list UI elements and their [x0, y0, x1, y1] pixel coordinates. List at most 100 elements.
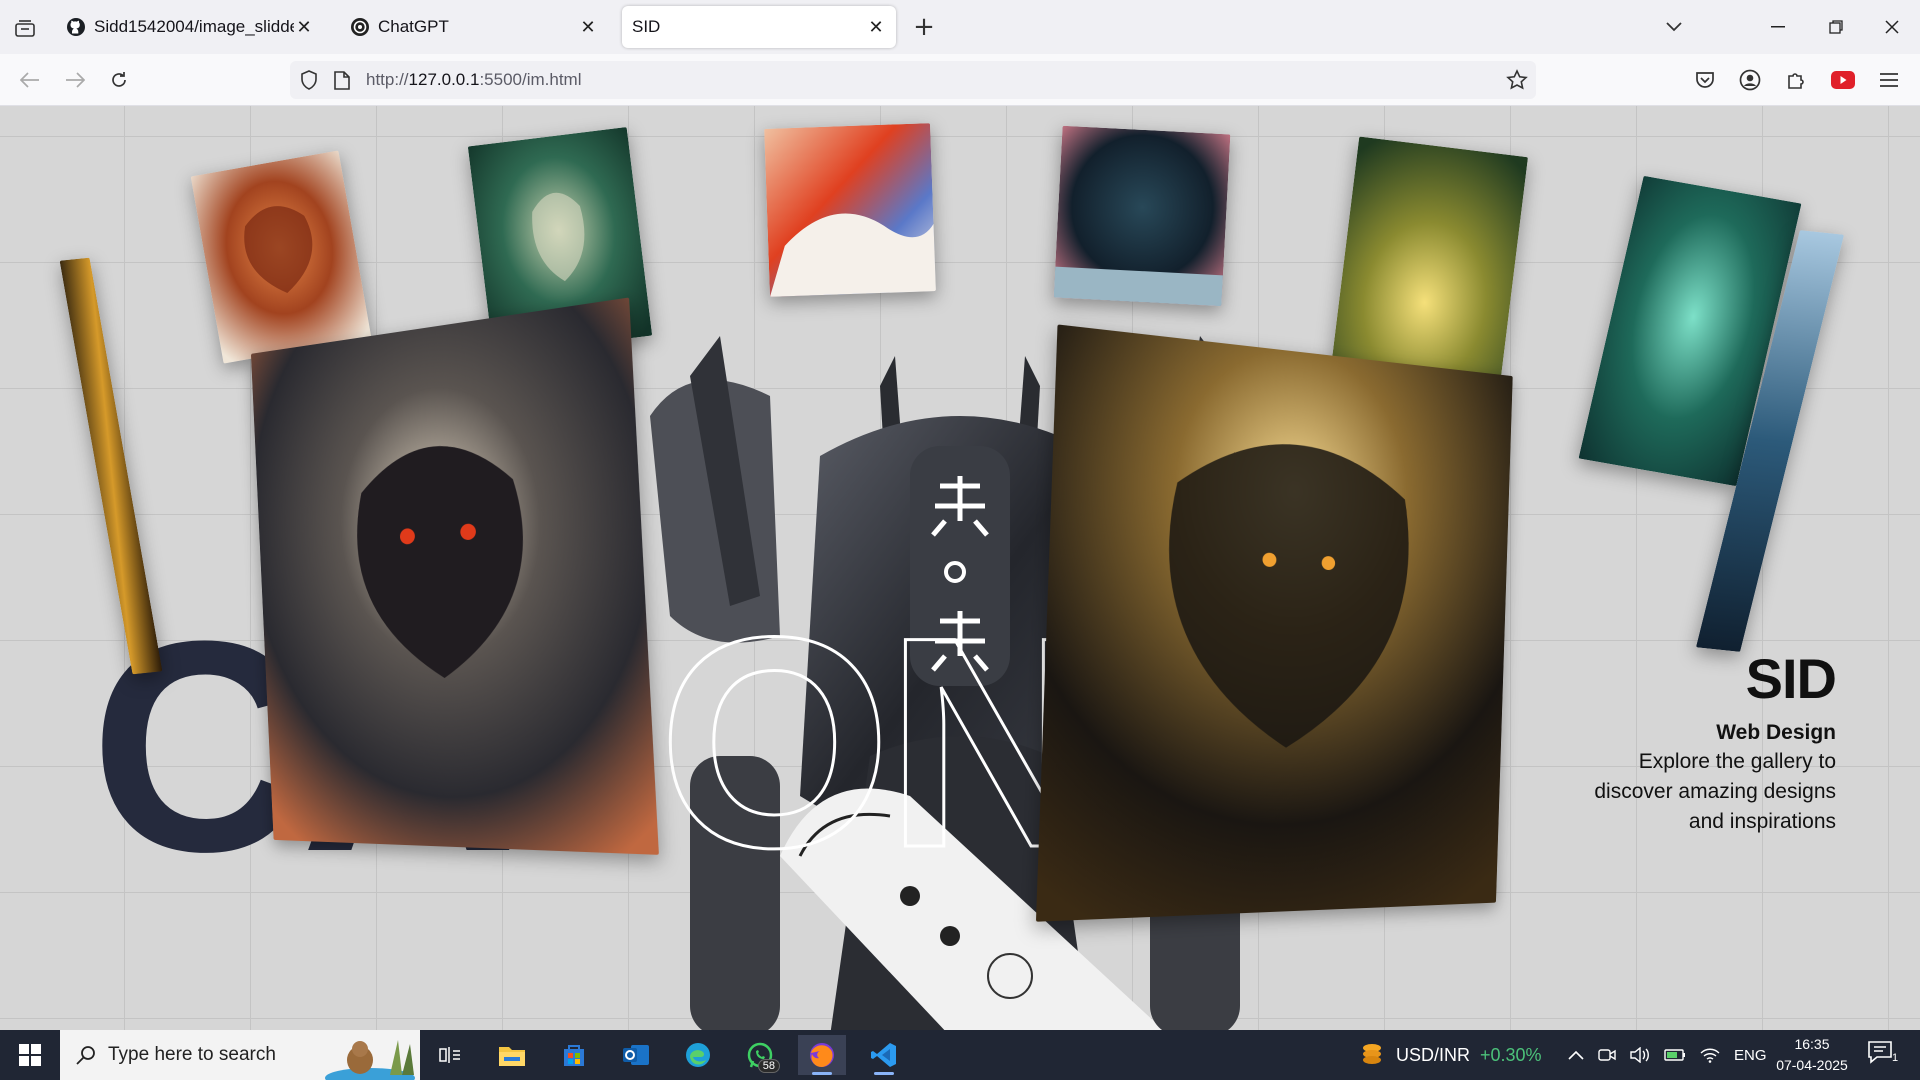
task-view-button[interactable]	[426, 1035, 474, 1075]
notification-badge: 58	[757, 1059, 780, 1073]
notification-icon	[1868, 1041, 1892, 1064]
tab-title: Sidd1542004/image_slidder	[94, 17, 294, 36]
whatsapp-button[interactable]: 58	[736, 1035, 784, 1075]
url-scheme: http://	[366, 70, 409, 89]
firefox-icon	[810, 1043, 834, 1067]
folder-icon	[499, 1047, 525, 1066]
task-view-icon	[439, 1047, 460, 1063]
close-tab-icon[interactable]: ✕	[578, 17, 598, 38]
start-button[interactable]	[0, 1030, 60, 1080]
url-host: 127.0.0.1	[408, 70, 480, 89]
microsoft-store-button[interactable]	[550, 1035, 598, 1075]
shield-icon	[301, 70, 317, 90]
edge-icon	[686, 1043, 710, 1067]
ticker-change: +0.30%	[1480, 1044, 1542, 1065]
file-explorer-button[interactable]	[488, 1035, 536, 1075]
vscode-icon	[871, 1043, 896, 1067]
pocket-icon	[1696, 72, 1714, 88]
search-placeholder: Type here to search	[108, 1044, 276, 1065]
meet-now-icon[interactable]	[1598, 1047, 1616, 1063]
gallery-image[interactable]	[1035, 324, 1513, 922]
chevron-down-icon	[1666, 22, 1682, 32]
account-button[interactable]	[1735, 65, 1765, 95]
tab-chatgpt[interactable]: ChatGPT ✕	[340, 6, 608, 48]
back-arrow-icon	[20, 72, 39, 88]
background-word-center: ON	[657, 574, 1104, 910]
tab-title: ChatGPT	[378, 17, 449, 36]
hero-title: SID	[1745, 647, 1837, 710]
hero-text-block: SID Web Design Explore the gallery to di…	[1576, 647, 1837, 837]
chatgpt-icon	[351, 18, 369, 36]
address-bar[interactable]: http://127.0.0.1:5500/im.html	[290, 61, 1536, 99]
url-path: :5500/im.html	[479, 70, 582, 89]
close-icon	[1885, 20, 1899, 34]
account-icon	[1739, 69, 1761, 91]
gallery-image[interactable]	[190, 150, 372, 364]
tab-list-button[interactable]	[10, 14, 40, 42]
hero-subtitle: Web Design	[1716, 721, 1836, 744]
page-icon	[334, 71, 350, 90]
firefox-button[interactable]	[798, 1035, 846, 1075]
edge-button[interactable]	[674, 1035, 722, 1075]
tab-github[interactable]: Sidd1542004/image_slidder ✕	[56, 6, 324, 48]
dragon-artwork	[764, 123, 936, 297]
list-all-tabs-button[interactable]	[1656, 12, 1692, 42]
battery-icon[interactable]	[1664, 1048, 1686, 1062]
taskbar: Type here to search 58 USD/INR +0.30% EN…	[0, 1030, 1920, 1080]
coins-icon	[1363, 1044, 1381, 1064]
chevron-up-icon[interactable]	[1568, 1050, 1584, 1060]
bookmark-star-icon[interactable]	[1506, 69, 1528, 91]
search-icon	[76, 1046, 95, 1065]
wifi-icon[interactable]	[1700, 1047, 1720, 1063]
clock-date: 07-04-2025	[1776, 1057, 1848, 1073]
close-tab-icon[interactable]: ✕	[294, 17, 314, 38]
page-viewport: CA ON	[0, 106, 1920, 1030]
beaver-illustration-icon	[325, 1040, 415, 1080]
windows-logo-icon	[19, 1044, 41, 1066]
youtube-icon	[1831, 71, 1855, 89]
stock-ticker-widget[interactable]: USD/INR +0.30%	[1360, 1030, 1542, 1080]
close-tab-icon[interactable]: ✕	[866, 17, 886, 38]
minimize-button[interactable]	[1760, 12, 1796, 42]
dragon-artwork	[250, 297, 659, 855]
forward-button[interactable]	[60, 65, 90, 95]
youtube-extension-button[interactable]	[1828, 65, 1858, 95]
url-text[interactable]: http://127.0.0.1:5500/im.html	[366, 70, 581, 90]
puzzle-icon	[1788, 73, 1804, 89]
taskbar-search[interactable]: Type here to search	[60, 1030, 420, 1080]
gallery-image[interactable]	[250, 297, 659, 855]
notification-count: 1	[1892, 1052, 1899, 1064]
clock[interactable]: 16:35 07-04-2025	[1762, 1034, 1862, 1076]
tab-list-icon	[15, 20, 35, 37]
outlook-button[interactable]	[612, 1035, 660, 1075]
restore-icon	[1829, 20, 1843, 34]
store-icon	[564, 1045, 584, 1066]
reload-button[interactable]	[104, 65, 134, 95]
hero-description: Explore the gallery to discover amazing …	[1594, 750, 1836, 833]
menu-button[interactable]	[1874, 65, 1904, 95]
extensions-button[interactable]	[1781, 65, 1811, 95]
forward-arrow-icon	[66, 72, 85, 88]
gallery-image[interactable]	[1331, 136, 1529, 380]
volume-icon[interactable]	[1630, 1047, 1650, 1063]
pocket-button[interactable]	[1690, 65, 1720, 95]
github-icon	[67, 18, 85, 36]
dragon-artwork	[1053, 125, 1231, 307]
hamburger-menu-icon	[1880, 73, 1898, 87]
system-tray: ENG	[1568, 1030, 1767, 1080]
close-window-button[interactable]	[1874, 12, 1910, 42]
gallery-image[interactable]	[1053, 125, 1231, 307]
navigation-bar: http://127.0.0.1:5500/im.html	[0, 54, 1920, 106]
dragon-artwork	[1331, 136, 1529, 380]
notification-center-button[interactable]: 1	[1868, 1040, 1904, 1070]
vscode-button[interactable]	[860, 1035, 908, 1075]
clock-time: 16:35	[1794, 1036, 1830, 1052]
restore-button[interactable]	[1818, 12, 1854, 42]
dragon-artwork	[1035, 324, 1513, 922]
tab-sid[interactable]: SID ✕	[622, 6, 896, 48]
back-button[interactable]	[15, 65, 45, 95]
gallery-image[interactable]	[764, 123, 936, 297]
outlook-icon	[623, 1045, 649, 1065]
new-tab-button[interactable]: +	[910, 14, 938, 42]
ticker-label: USD/INR	[1396, 1044, 1471, 1065]
